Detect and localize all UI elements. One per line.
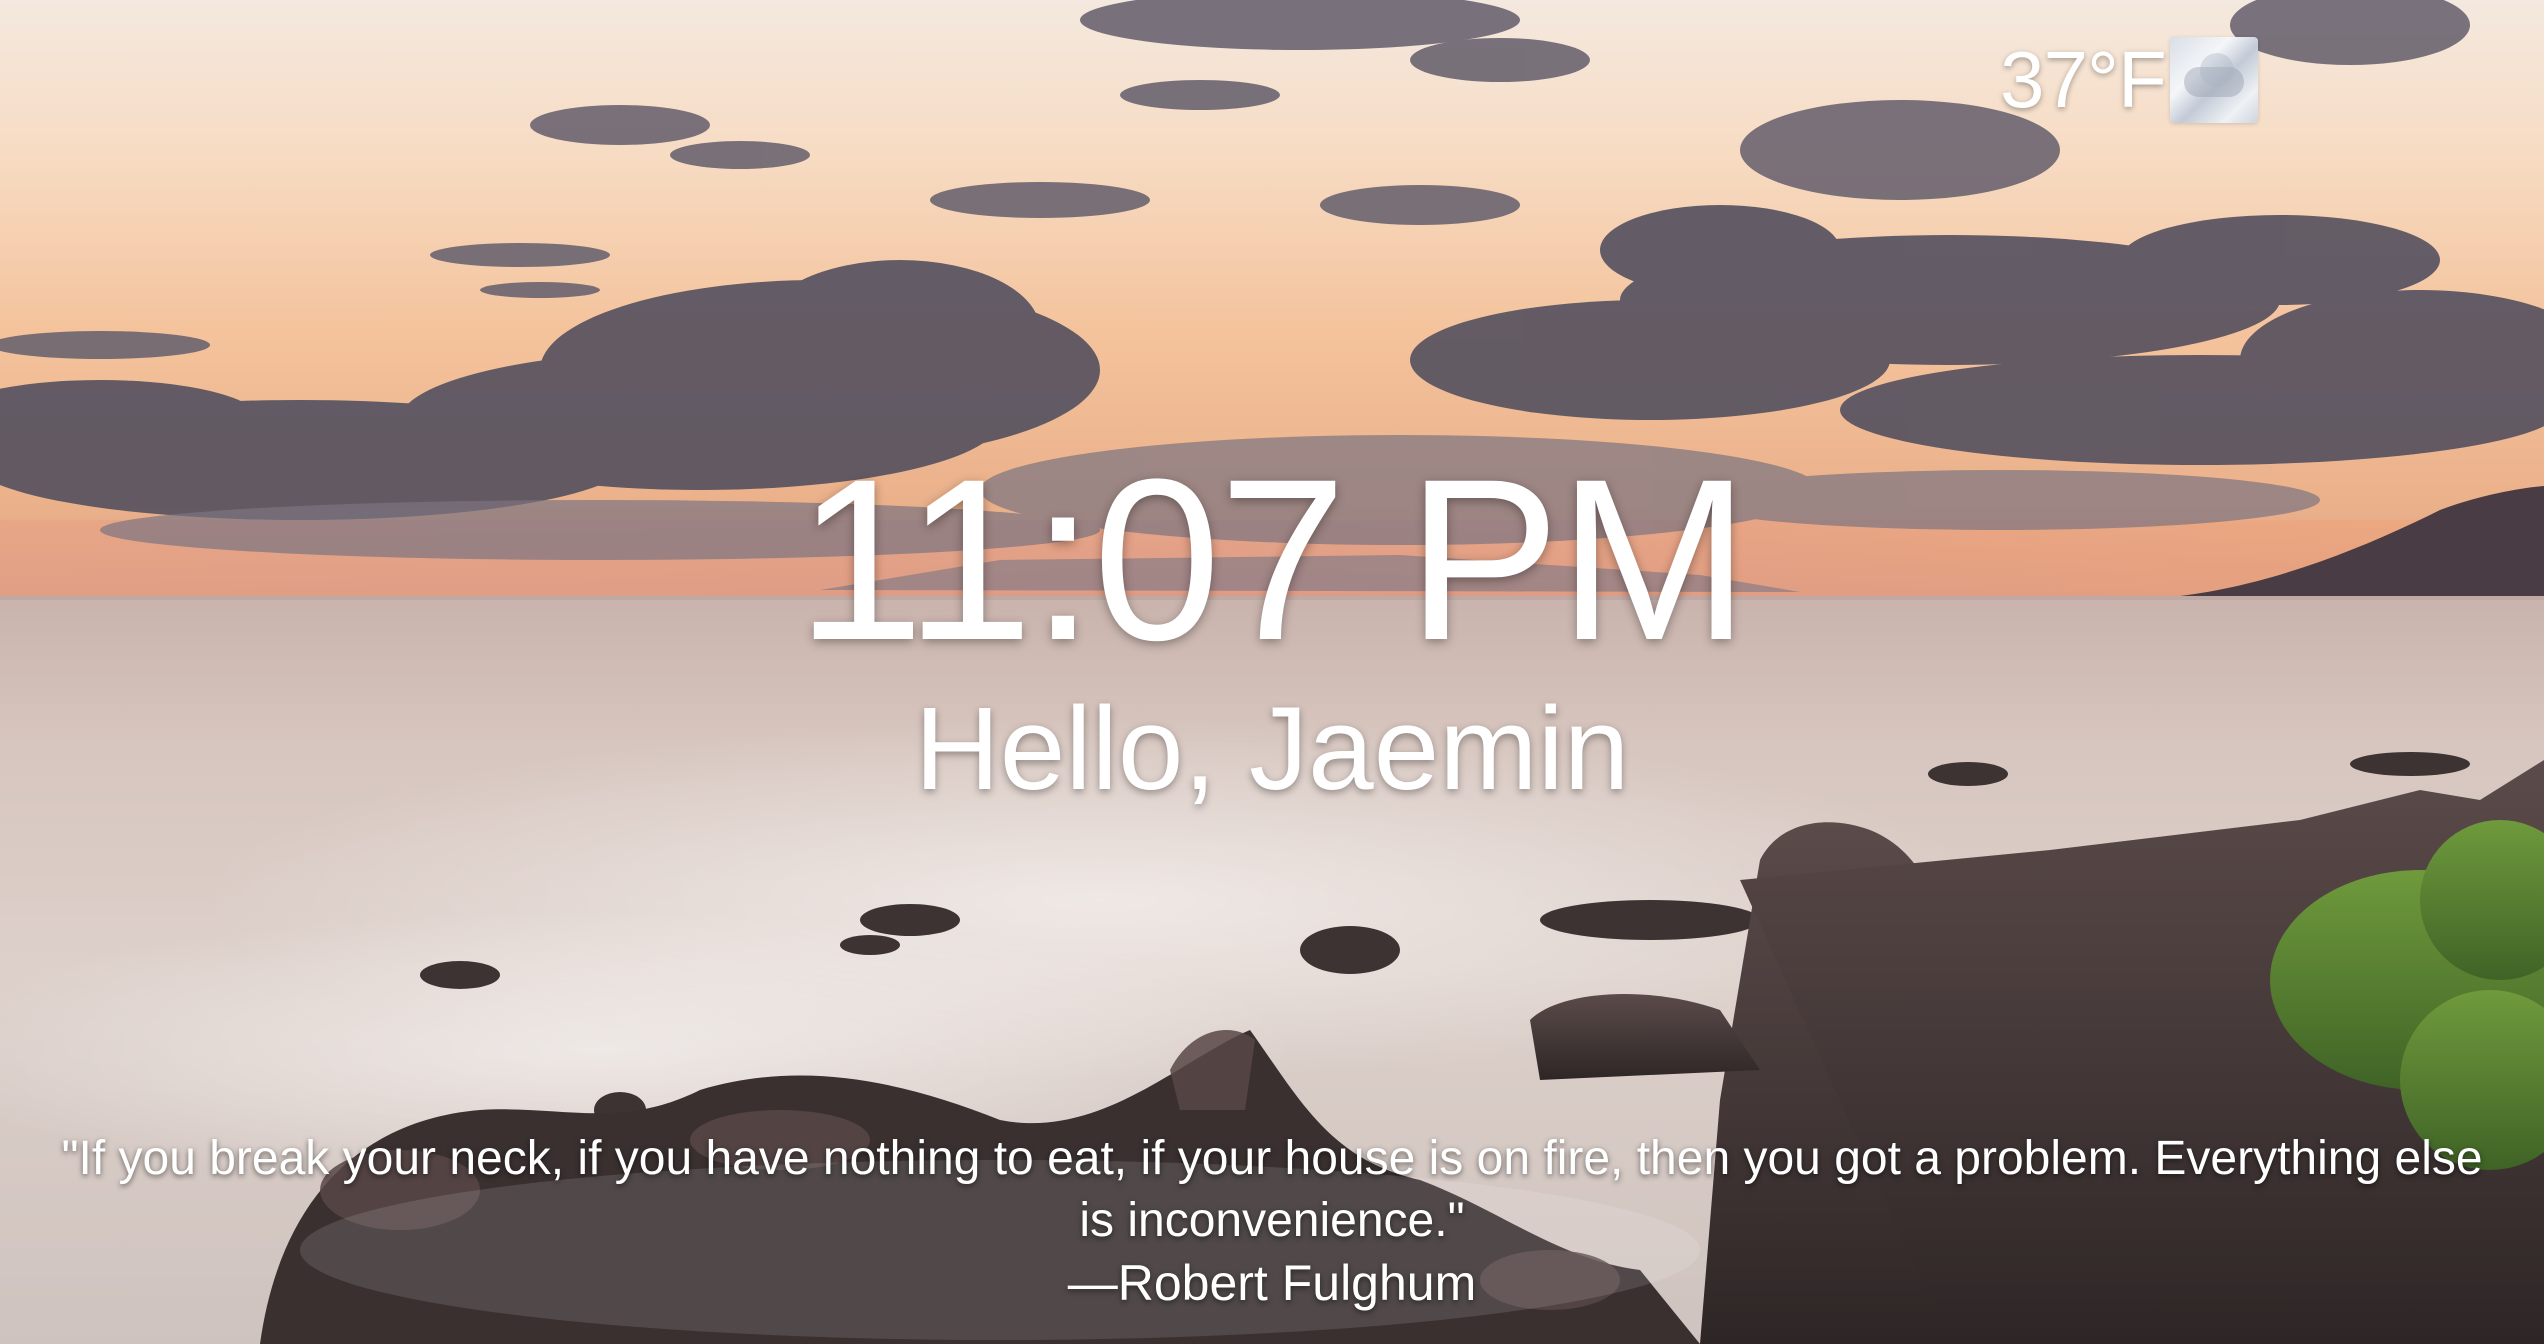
quote-author: —Robert Fulghum <box>1067 1255 1477 1311</box>
greeting-text: Hello, Jaemin <box>914 683 1630 815</box>
quote-text: "If you break your neck, if you have not… <box>61 1132 2483 1247</box>
clock-time: 11:07 PM <box>796 431 1749 688</box>
quote-block: "If you break your neck, if you have not… <box>60 1128 2484 1314</box>
weather-widget[interactable]: 37°F <box>2000 34 2258 126</box>
cloudy-icon[interactable] <box>2169 37 2258 123</box>
new-tab-dashboard: 37°F 11:07 PM Hello, Jaemin "If you brea… <box>0 0 2544 1344</box>
temperature-readout[interactable]: 37°F <box>2000 34 2167 126</box>
